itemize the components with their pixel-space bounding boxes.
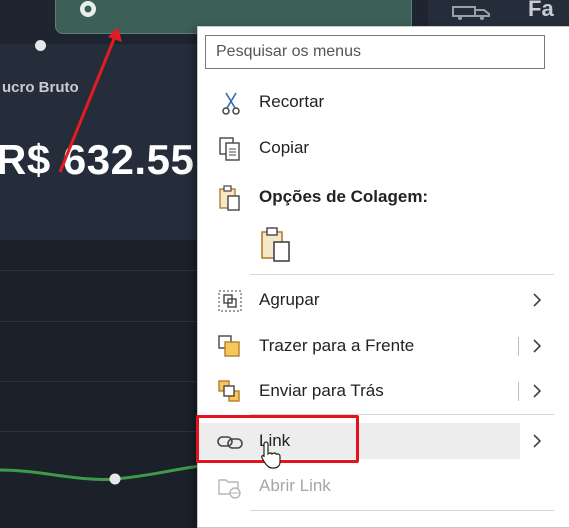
scissors-icon bbox=[222, 92, 240, 115]
menu-item-open-link: Abrir Link bbox=[198, 468, 569, 504]
menu-item-label: Agrupar bbox=[259, 290, 320, 309]
menu-item-label: Trazer para a Frente bbox=[259, 336, 415, 355]
chevron-right-icon bbox=[533, 434, 542, 448]
open-link-icon bbox=[218, 479, 241, 499]
selection-handle[interactable] bbox=[35, 40, 46, 51]
paste-icon bbox=[219, 185, 240, 211]
menu-item-label: Opções de Colagem: bbox=[259, 187, 429, 206]
chevron-right-icon[interactable] bbox=[531, 382, 543, 400]
group-icon bbox=[218, 290, 242, 312]
chevron-right-icon[interactable] bbox=[531, 337, 543, 355]
menu-separator bbox=[250, 274, 554, 275]
gear-icon bbox=[80, 1, 96, 17]
truck-icon bbox=[452, 6, 490, 20]
menu-item-group[interactable]: Agrupar bbox=[198, 282, 569, 318]
menu-item-cut[interactable]: Recortar bbox=[198, 84, 569, 120]
mouse-cursor-icon bbox=[261, 441, 281, 469]
chevron-right-icon bbox=[533, 293, 542, 307]
menu-separator bbox=[250, 510, 554, 511]
menu-item-bring-to-front[interactable]: Trazer para a Frente bbox=[198, 328, 569, 364]
copy-icon bbox=[219, 137, 240, 161]
menu-item-copy[interactable]: Copiar bbox=[198, 130, 569, 166]
menu-item-label: Copiar bbox=[259, 138, 310, 157]
paste-keep-formatting-icon[interactable] bbox=[258, 227, 294, 263]
split-separator bbox=[518, 337, 519, 356]
menu-item-send-to-back[interactable]: Enviar para Trás bbox=[198, 373, 569, 409]
menu-item-paste-options: Opções de Colagem: bbox=[198, 179, 569, 215]
delivery-button-label: Fa bbox=[528, 0, 554, 21]
send-to-back-icon bbox=[218, 380, 240, 402]
menu-item-label: Enviar para Trás bbox=[259, 381, 384, 400]
kpi-label: ucro Bruto bbox=[2, 79, 79, 96]
menu-item-label: Abrir Link bbox=[259, 476, 331, 495]
bring-to-front-icon bbox=[218, 335, 240, 357]
kpi-value: R$ 632.55 bbox=[0, 136, 195, 183]
split-separator bbox=[518, 382, 519, 401]
menu-search-input[interactable] bbox=[205, 35, 545, 69]
menu-item-label: Recortar bbox=[259, 92, 325, 111]
